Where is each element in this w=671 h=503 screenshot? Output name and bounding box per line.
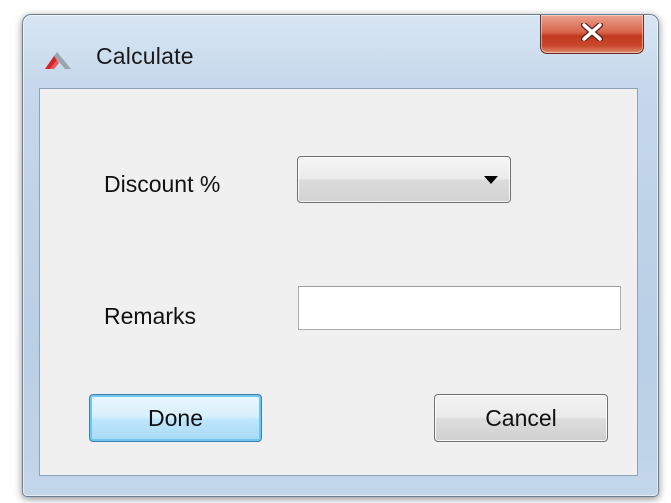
done-button[interactable]: Done — [89, 394, 262, 442]
dialog-content: Discount % Remarks Done Cancel — [39, 88, 638, 476]
app-logo-icon — [43, 48, 73, 72]
close-icon — [581, 21, 603, 46]
discount-label: Discount % — [104, 171, 221, 197]
chevron-down-icon — [484, 176, 498, 184]
title-bar[interactable]: Calculate — [23, 15, 658, 87]
close-button[interactable] — [540, 15, 644, 54]
discount-dropdown[interactable] — [297, 156, 511, 203]
remarks-label: Remarks — [104, 303, 197, 329]
window-title: Calculate — [96, 43, 194, 69]
calculate-dialog: Calculate Discount % Remarks Done Cancel — [22, 14, 659, 497]
cancel-button[interactable]: Cancel — [434, 394, 608, 442]
page: Calculate Discount % Remarks Done Cancel — [0, 0, 671, 503]
remarks-input[interactable] — [298, 286, 621, 330]
